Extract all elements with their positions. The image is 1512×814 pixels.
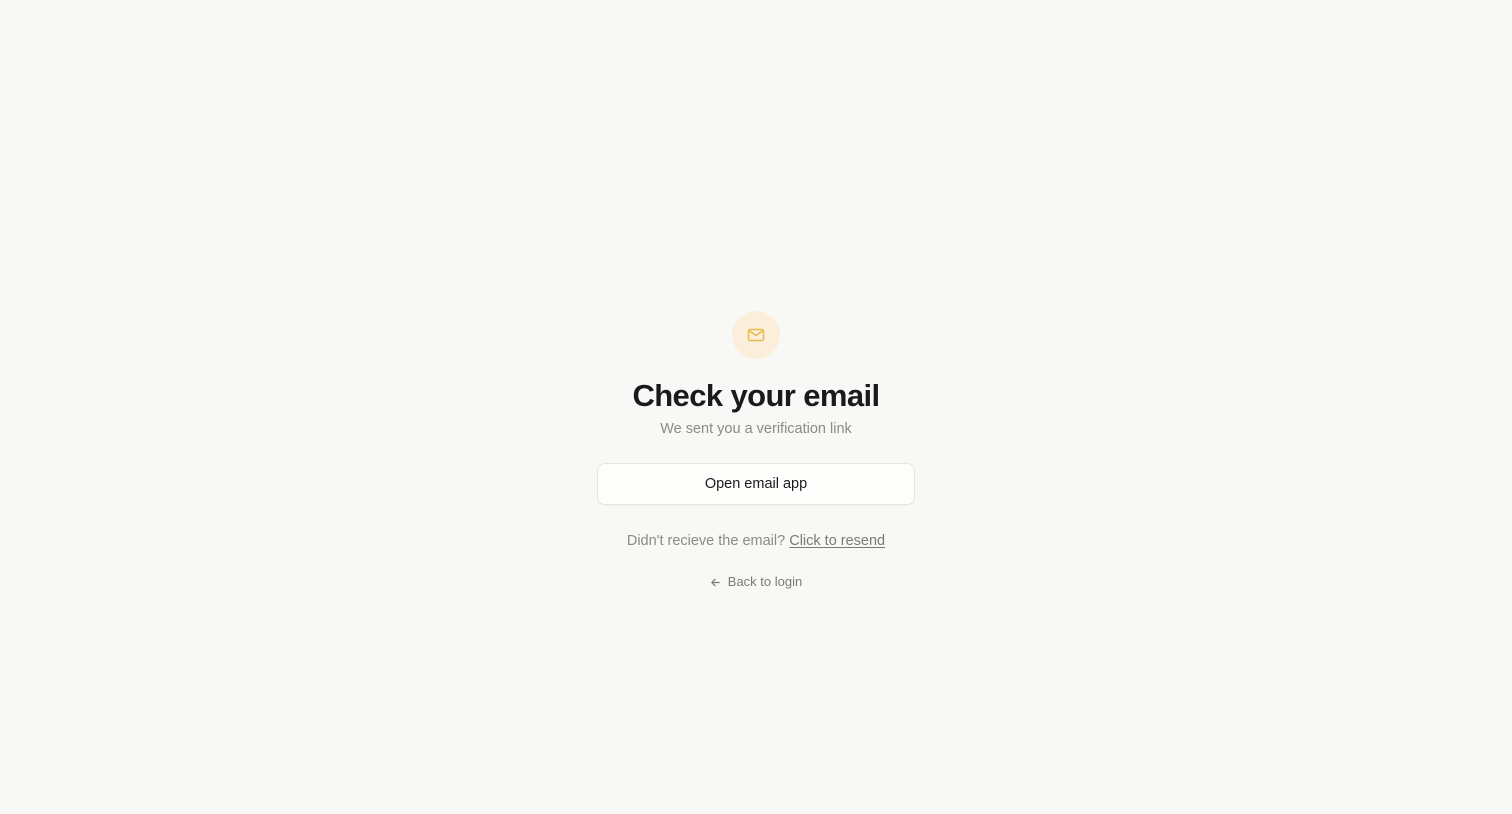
- resend-link[interactable]: Click to resend: [789, 533, 885, 549]
- resend-prompt: Didn't recieve the email?: [626, 533, 786, 549]
- back-to-login-label: Back to login: [727, 574, 803, 589]
- mail-icon: [746, 325, 766, 345]
- mail-icon-badge: [732, 311, 780, 359]
- verify-email-card: Check your email We sent you a verificat…: [0, 311, 1512, 591]
- page-title: Check your email: [632, 378, 880, 413]
- page-subtitle: We sent you a verification link: [660, 421, 852, 437]
- arrow-left-icon: [710, 577, 721, 588]
- verify-email-page: Check your email We sent you a verificat…: [0, 0, 1512, 814]
- back-to-login-link[interactable]: Back to login: [710, 573, 802, 591]
- open-email-app-button[interactable]: Open email app: [597, 463, 915, 505]
- resend-row: Didn't recieve the email? Click to resen…: [627, 531, 885, 551]
